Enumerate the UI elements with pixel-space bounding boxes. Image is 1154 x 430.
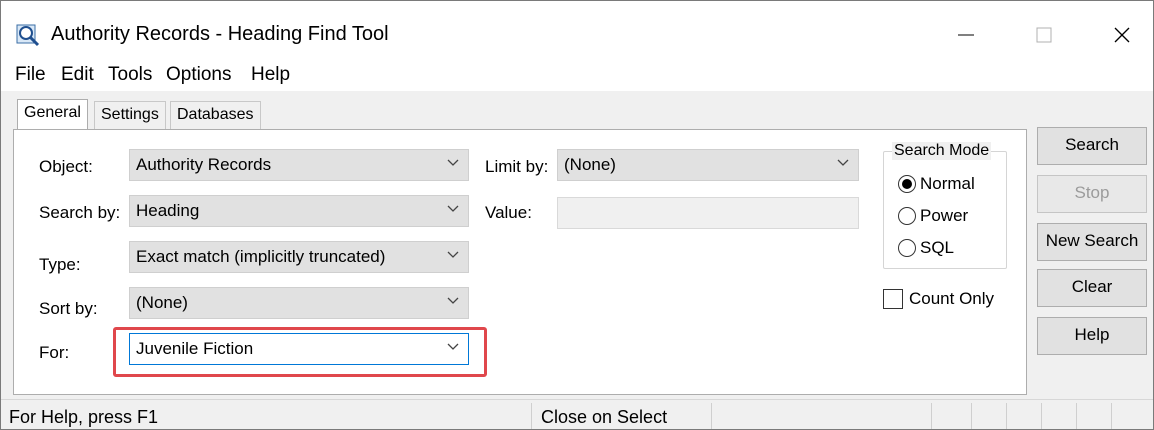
sort-by-dropdown[interactable]: (None) (129, 287, 469, 319)
tab-databases[interactable]: Databases (170, 101, 261, 129)
highlight-box (113, 327, 487, 377)
radio-on-icon (898, 175, 916, 193)
chevron-down-icon (447, 251, 459, 258)
limit-by-label: Limit by: (485, 157, 549, 176)
chevron-down-icon (447, 159, 459, 166)
menu-file[interactable]: File (15, 64, 46, 86)
radio-power[interactable]: Power (898, 206, 968, 226)
chevron-down-icon (447, 205, 459, 212)
type-value: Exact match (implicitly truncated) (136, 247, 386, 266)
chevron-down-icon (837, 159, 849, 166)
type-dropdown[interactable]: Exact match (implicitly truncated) (129, 241, 469, 273)
maximize-button[interactable] (1021, 15, 1067, 55)
sort-by-value: (None) (136, 293, 188, 312)
status-close-on-select: Close on Select (541, 407, 668, 427)
type-label: Type: (39, 255, 81, 274)
menu-tools[interactable]: Tools (108, 64, 152, 86)
value-label: Value: (485, 203, 532, 222)
status-divider (1041, 403, 1042, 429)
status-divider (1111, 403, 1112, 429)
menu-options[interactable]: Options (166, 64, 231, 86)
limit-by-dropdown[interactable]: (None) (557, 149, 859, 181)
tab-general[interactable]: General (17, 99, 88, 129)
limit-by-value: (None) (564, 155, 616, 174)
close-button[interactable] (1099, 15, 1145, 55)
help-button[interactable]: Help (1037, 317, 1147, 355)
status-divider (1076, 403, 1077, 429)
object-label: Object: (39, 157, 93, 176)
search-by-label: Search by: (39, 203, 121, 222)
value-field[interactable] (557, 197, 859, 229)
status-divider (971, 403, 972, 429)
menu-help[interactable]: Help (251, 64, 290, 86)
title-bar: Authority Records - Heading Find Tool (1, 1, 1153, 63)
radio-off-icon (898, 207, 916, 225)
magnifier-app-icon (15, 23, 41, 47)
status-divider (931, 403, 932, 429)
stop-button[interactable]: Stop (1037, 175, 1147, 213)
status-divider (1006, 403, 1007, 429)
minimize-button[interactable] (943, 15, 989, 55)
status-help-text: For Help, press F1 (9, 407, 159, 427)
radio-sql[interactable]: SQL (898, 238, 954, 258)
sort-by-label: Sort by: (39, 299, 98, 318)
heading-find-window: Authority Records - Heading Find Tool Fi… (0, 0, 1154, 430)
count-only-checkbox[interactable]: Count Only (883, 289, 994, 309)
status-bar: For Help, press F1 Close on Select (1, 399, 1153, 429)
object-value: Authority Records (136, 155, 272, 174)
window-title: Authority Records - Heading Find Tool (51, 23, 389, 45)
new-search-button[interactable]: New Search (1037, 223, 1147, 261)
tab-settings[interactable]: Settings (94, 101, 166, 129)
search-button[interactable]: Search (1037, 127, 1147, 165)
radio-normal-label: Normal (920, 174, 975, 193)
radio-sql-label: SQL (920, 238, 955, 257)
status-divider (711, 403, 712, 429)
search-mode-group: Search Mode Normal Power SQL (883, 142, 1007, 269)
radio-power-label: Power (920, 206, 969, 225)
object-dropdown[interactable]: Authority Records (129, 149, 469, 181)
chevron-down-icon (447, 297, 459, 304)
radio-off-icon (898, 239, 916, 257)
menu-edit[interactable]: Edit (61, 64, 94, 86)
for-label: For: (39, 343, 70, 362)
radio-normal[interactable]: Normal (898, 174, 975, 194)
search-mode-title: Search Mode (892, 142, 992, 160)
search-by-dropdown[interactable]: Heading (129, 195, 469, 227)
menu-bar: File Edit Tools Options Help (1, 63, 1153, 91)
count-only-label: Count Only (909, 289, 995, 308)
checkbox-icon (883, 289, 903, 309)
status-divider (531, 403, 532, 429)
clear-button[interactable]: Clear (1037, 269, 1147, 307)
search-by-value: Heading (136, 201, 200, 220)
